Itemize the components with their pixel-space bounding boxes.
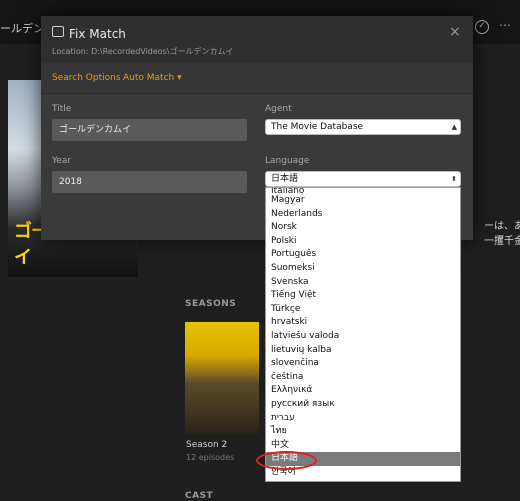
title-label: Title bbox=[52, 104, 72, 114]
dialog-tabs: Search Options Auto Match ▾ bbox=[41, 63, 473, 94]
language-option[interactable]: ไทย bbox=[266, 425, 460, 439]
season-poster[interactable] bbox=[185, 322, 259, 434]
title-input[interactable]: ゴールデンカムイ bbox=[52, 119, 247, 141]
language-option[interactable]: čeština bbox=[266, 371, 460, 385]
language-option[interactable]: hrvatski bbox=[266, 316, 460, 330]
summary-line-1: ーは、ある目 bbox=[484, 221, 520, 232]
language-option[interactable]: Magyar bbox=[266, 194, 460, 208]
language-option[interactable]: latviešu valoda bbox=[266, 330, 460, 344]
seasons-heading: SEASONS bbox=[185, 299, 237, 309]
language-option[interactable]: 한국어 bbox=[266, 466, 460, 480]
language-label: Language bbox=[265, 156, 310, 166]
agent-select[interactable]: The Movie Database ▲ bbox=[265, 119, 461, 135]
language-option[interactable]: slovenčina bbox=[266, 357, 460, 371]
close-icon[interactable]: × bbox=[449, 24, 461, 40]
language-option-selected[interactable]: 日本語 bbox=[266, 452, 460, 466]
language-option[interactable]: Suomeksi bbox=[266, 262, 460, 276]
language-option[interactable]: Polski bbox=[266, 235, 460, 249]
language-option[interactable]: Ελληνικά bbox=[266, 384, 460, 398]
language-option[interactable]: Norsk bbox=[266, 221, 460, 235]
language-value: 日本語 bbox=[271, 174, 299, 184]
year-label: Year bbox=[52, 156, 72, 166]
location-path: Location: D:\RecordedVideos\ゴールデンカムイ bbox=[52, 47, 234, 56]
check-icon[interactable]: ✓ bbox=[475, 20, 489, 34]
dialog-title: Fix Match bbox=[69, 27, 126, 41]
more-icon[interactable]: ⋯ bbox=[498, 19, 512, 34]
match-icon bbox=[52, 26, 64, 37]
language-option[interactable]: Nederlands bbox=[266, 208, 460, 222]
language-option[interactable]: 中文 bbox=[266, 439, 460, 453]
language-option[interactable]: русский язык bbox=[266, 398, 460, 412]
year-input[interactable]: 2018 bbox=[52, 171, 247, 193]
language-option[interactable]: Português bbox=[266, 248, 460, 262]
language-option[interactable]: Svenska bbox=[266, 276, 460, 290]
auto-match-dropdown[interactable]: Auto Match ▾ bbox=[123, 73, 182, 83]
agent-value: The Movie Database bbox=[271, 122, 364, 132]
language-option[interactable]: lietuvių kalba bbox=[266, 344, 460, 358]
search-options-link[interactable]: Search Options bbox=[52, 73, 121, 83]
dialog-header: Fix Match Location: D:\RecordedVideos\ゴー… bbox=[41, 16, 473, 63]
language-select[interactable]: 日本語 ⬍ bbox=[265, 171, 461, 187]
agent-label: Agent bbox=[265, 104, 292, 114]
select-arrows-icon: ▲ bbox=[451, 123, 457, 131]
language-option[interactable]: עברית bbox=[266, 412, 460, 426]
season-name[interactable]: Season 2 bbox=[186, 440, 227, 450]
language-dropdown-list[interactable]: Italiano Magyar Nederlands Norsk Polski … bbox=[265, 187, 461, 482]
language-option[interactable]: Tiếng Việt bbox=[266, 289, 460, 303]
summary-line-2: 一攫千金の bbox=[484, 236, 520, 247]
language-option[interactable]: Türkçe bbox=[266, 303, 460, 317]
season-episodes: 12 episodes bbox=[186, 453, 235, 462]
select-arrows-icon: ⬍ bbox=[451, 175, 457, 183]
